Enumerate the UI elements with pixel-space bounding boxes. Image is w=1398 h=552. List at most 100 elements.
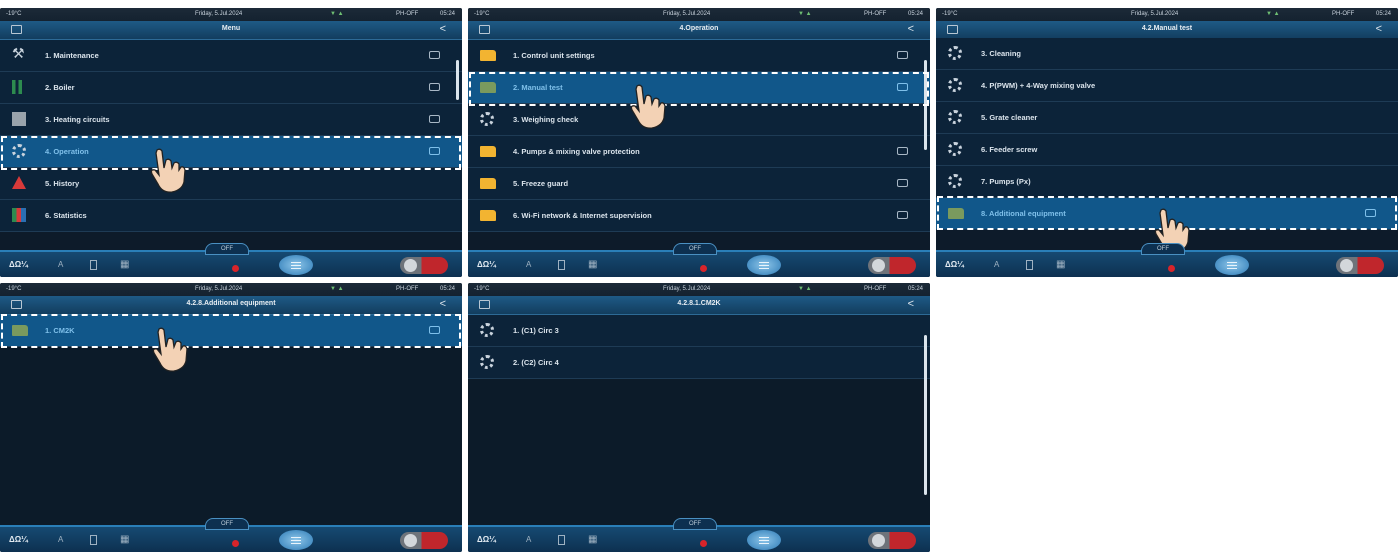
- menu-item-pumps[interactable]: 7. Pumps (Px): [936, 166, 1398, 198]
- status-bar: -19°C Friday, 5.Jul.2024 ▼ ▲ PH-OFF 05:2…: [468, 8, 930, 21]
- back-button[interactable]: <: [908, 298, 914, 310]
- folder-icon: [429, 115, 440, 123]
- scrollbar[interactable]: [924, 335, 927, 495]
- power-toggle[interactable]: [868, 257, 916, 274]
- mode-indicator[interactable]: ΔΩ¼: [477, 260, 496, 269]
- off-indicator: OFF: [205, 243, 249, 255]
- mode-indicator[interactable]: ΔΩ¼: [9, 260, 28, 269]
- menu-item-label: 5. History: [45, 179, 80, 188]
- grid-button[interactable]: ▦: [120, 259, 129, 270]
- back-button[interactable]: <: [440, 298, 446, 310]
- menu-item-label: 8. Additional equipment: [981, 209, 1066, 218]
- back-button[interactable]: <: [1376, 23, 1382, 35]
- grid-button[interactable]: ▦: [588, 259, 597, 270]
- menu-item-feeder-screw[interactable]: 6. Feeder screw: [936, 134, 1398, 166]
- status-icons: ▼ ▲: [330, 286, 344, 292]
- folder-icon: [897, 211, 908, 219]
- status-bar: -19°C Friday, 5.Jul.2024 ▼ ▲ PH-OFF 05:2…: [0, 8, 462, 21]
- display-button[interactable]: [90, 260, 97, 270]
- off-indicator: OFF: [673, 243, 717, 255]
- menu-item-label: 5. Grate cleaner: [981, 113, 1038, 122]
- status-dot: [1168, 265, 1175, 272]
- menu-item-label: 3. Weighing check: [513, 115, 579, 124]
- menu-item-history[interactable]: 5. History: [0, 168, 462, 200]
- scrollbar[interactable]: [924, 60, 927, 150]
- menu-item-boiler[interactable]: 2. Boiler: [0, 72, 462, 104]
- menu-item-circ-4[interactable]: 2. (C2) Circ 4: [468, 347, 930, 379]
- screen-additional-equipment: -19°C Friday, 5.Jul.2024 ▼ ▲ PH-OFF 05:2…: [0, 283, 462, 552]
- status-icons: ▼ ▲: [798, 11, 812, 17]
- title-bar: 4.2.8.1.CM2K <: [468, 296, 930, 315]
- menu-item-heating-circuits[interactable]: 3. Heating circuits: [0, 104, 462, 136]
- status-dot: [232, 540, 239, 547]
- menu-item-label: 6. Wi-Fi network & Internet supervision: [513, 211, 652, 220]
- menu-item-control-unit-settings[interactable]: 1. Control unit settings: [468, 40, 930, 72]
- menu-item-grate-cleaner[interactable]: 5. Grate cleaner: [936, 102, 1398, 134]
- power-toggle[interactable]: [1336, 257, 1384, 274]
- menu-item-pumps-protection[interactable]: 4. Pumps & mixing valve protection: [468, 136, 930, 168]
- menu-button[interactable]: [279, 255, 313, 275]
- gear-icon: [948, 78, 962, 92]
- mode-indicator[interactable]: ΔΩ¼: [945, 260, 964, 269]
- menu-item-operation[interactable]: 4. Operation: [0, 136, 462, 168]
- status-dot: [232, 265, 239, 272]
- menu-item-freeze-guard[interactable]: 5. Freeze guard: [468, 168, 930, 200]
- power-toggle[interactable]: [400, 532, 448, 549]
- gear-icon: [948, 110, 962, 124]
- menu-item-wifi-supervision[interactable]: 6. Wi-Fi network & Internet supervision: [468, 200, 930, 232]
- menu-button[interactable]: [279, 530, 313, 550]
- mode-indicator[interactable]: ΔΩ¼: [477, 535, 496, 544]
- display-button[interactable]: [558, 535, 565, 545]
- auto-button[interactable]: A: [526, 260, 531, 269]
- display-button[interactable]: [90, 535, 97, 545]
- menu-item-circ-3[interactable]: 1. (C1) Circ 3: [468, 315, 930, 347]
- back-button[interactable]: <: [440, 23, 446, 35]
- folder-icon: [480, 178, 496, 189]
- date-display: Friday, 5.Jul.2024: [663, 11, 711, 17]
- date-display: Friday, 5.Jul.2024: [195, 286, 243, 292]
- grid-button[interactable]: ▦: [588, 534, 597, 545]
- display-button[interactable]: [1026, 260, 1033, 270]
- outdoor-temperature: -19°C: [474, 11, 490, 17]
- menu-item-cm2k[interactable]: 1. CM2K: [0, 315, 462, 347]
- power-toggle[interactable]: [400, 257, 448, 274]
- folder-icon: [12, 325, 28, 336]
- menu-item-pwm-mixing-valve[interactable]: 4. P(PWM) + 4-Way mixing valve: [936, 70, 1398, 102]
- menu-item-label: 3. Cleaning: [981, 49, 1022, 58]
- auto-button[interactable]: A: [58, 535, 63, 544]
- menu-item-manual-test[interactable]: 2. Manual test: [468, 72, 930, 104]
- warning-icon: [12, 176, 26, 189]
- mode-indicator[interactable]: ΔΩ¼: [9, 535, 28, 544]
- scrollbar[interactable]: [456, 60, 459, 100]
- auto-button[interactable]: A: [58, 260, 63, 269]
- folder-icon: [948, 208, 964, 219]
- page-title: 4.2.8.Additional equipment: [186, 300, 276, 307]
- page-title: Menu: [221, 25, 241, 32]
- grid-button[interactable]: ▦: [120, 534, 129, 545]
- menu-button[interactable]: [747, 255, 781, 275]
- gear-icon: [948, 174, 962, 188]
- power-toggle[interactable]: [868, 532, 916, 549]
- menu-item-label: 3. Heating circuits: [45, 115, 110, 124]
- menu-item-cleaning[interactable]: 3. Cleaning: [936, 38, 1398, 70]
- menu-button[interactable]: [1215, 255, 1249, 275]
- menu-list: 1. (C1) Circ 3 2. (C2) Circ 4: [468, 315, 930, 518]
- menu-item-statistics[interactable]: 6. Statistics: [0, 200, 462, 232]
- menu-item-maintenance[interactable]: ⚒ 1. Maintenance: [0, 40, 462, 72]
- status-icons: ▼ ▲: [330, 11, 344, 17]
- display-button[interactable]: [558, 260, 565, 270]
- statistics-icon: [12, 208, 26, 222]
- auto-button[interactable]: A: [994, 260, 999, 269]
- menu-item-weighing-check[interactable]: 3. Weighing check: [468, 104, 930, 136]
- menu-button[interactable]: [747, 530, 781, 550]
- back-button[interactable]: <: [908, 23, 914, 35]
- tap-hand-icon: [630, 84, 666, 129]
- screen-manual-test: -19°C Friday, 5.Jul.2024 ▼ ▲ PH-OFF 05:2…: [936, 8, 1398, 277]
- status-bar: -19°C Friday, 5.Jul.2024 ▼ ▲ PH-OFF 05:2…: [0, 283, 462, 296]
- menu-item-label: 4. Operation: [45, 147, 89, 156]
- bottom-bar: ΔΩ¼ A ▦ OFF: [0, 518, 462, 552]
- bottom-bar: ΔΩ¼ A ▦ OFF: [468, 518, 930, 552]
- auto-button[interactable]: A: [526, 535, 531, 544]
- grid-button[interactable]: ▦: [1056, 259, 1065, 270]
- folder-icon: [897, 51, 908, 59]
